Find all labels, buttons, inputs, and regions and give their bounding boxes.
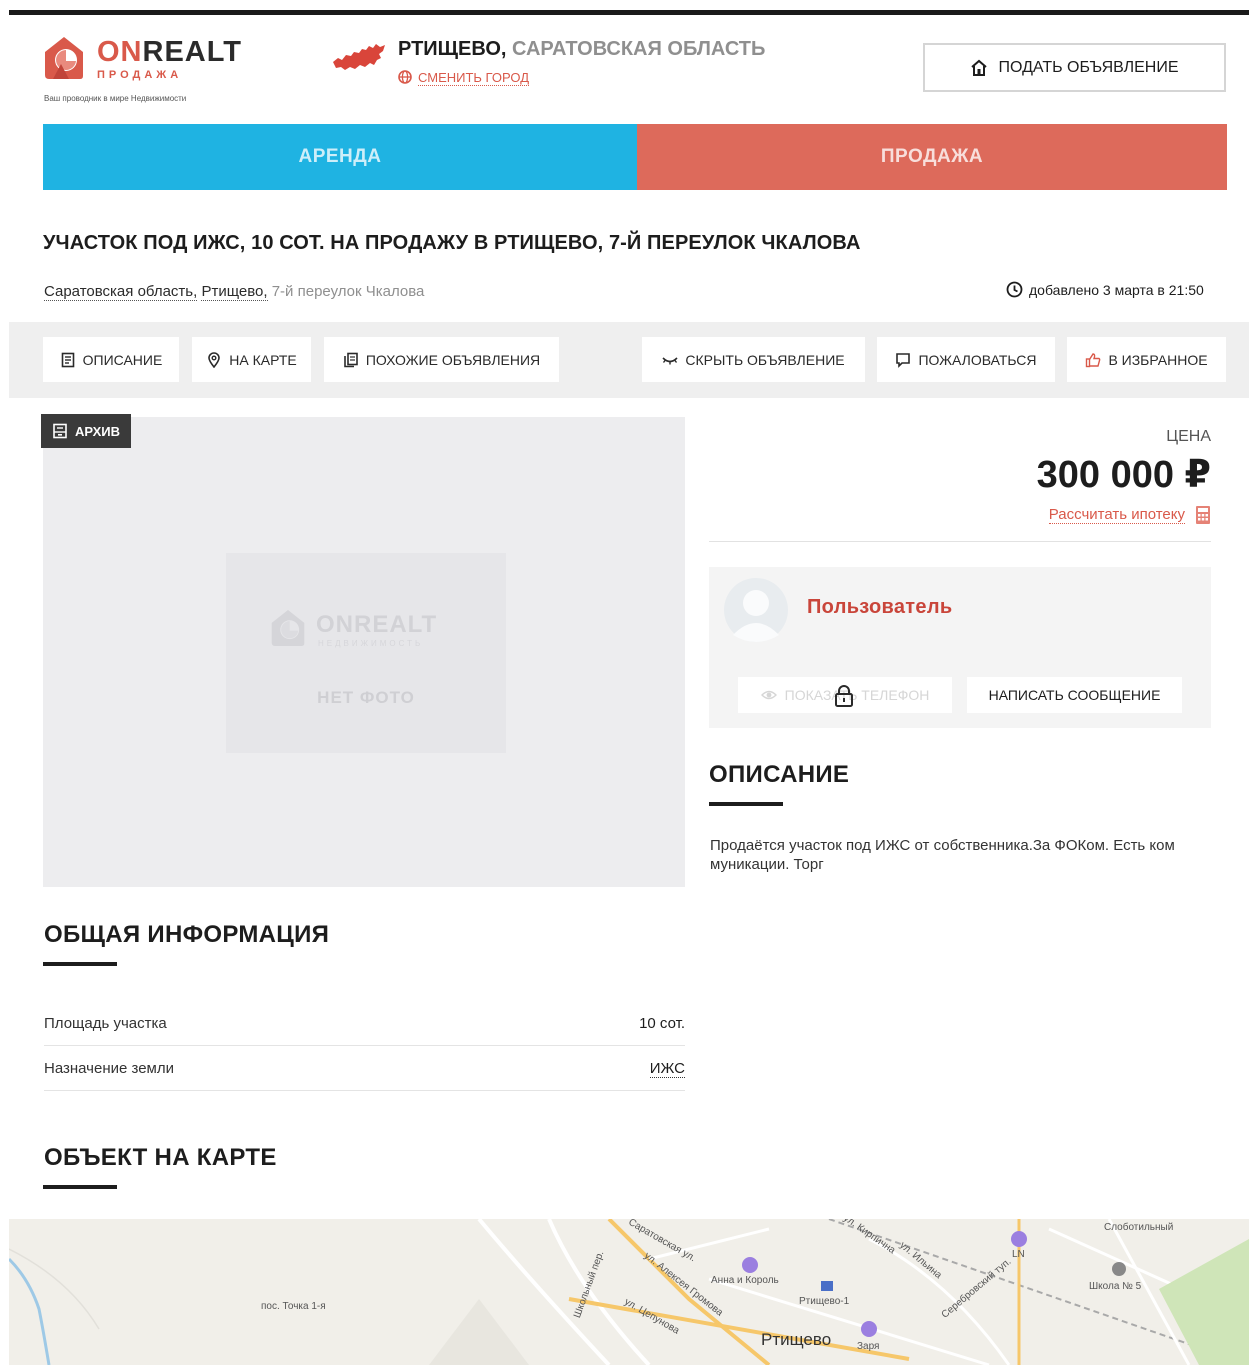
house-logo-icon [45, 37, 83, 79]
map-pin-icon [208, 351, 221, 368]
heading-underline [709, 802, 783, 806]
placeholder-logo: ONREALT НЕДВИЖИМОСТЬ [270, 609, 470, 649]
info-row-area: Площадь участка 10 сот. [44, 1001, 685, 1046]
site-logo[interactable]: ONREALT ПРОДАЖА Ваш проводник в мире Нед… [43, 34, 263, 104]
street-name: 7-й переулок Чкалова [271, 283, 425, 300]
report-button[interactable]: ПОЖАЛОВАТЬСЯ [877, 337, 1055, 382]
change-city-link[interactable]: СМЕНИТЬ ГОРОД [398, 70, 529, 86]
action-bar: ОПИСАНИЕ НА КАРТЕ ПОХОЖИЕ ОБЪЯВЛЕНИЯ СКР… [9, 322, 1249, 398]
add-to-favorites-button[interactable]: В ИЗБРАННОЕ [1067, 337, 1226, 382]
no-photo-placeholder: ONREALT НЕДВИЖИМОСТЬ НЕТ ФОТО [226, 553, 506, 753]
home-icon [971, 59, 988, 76]
post-ad-button[interactable]: ПОДАТЬ ОБЪЯВЛЕНИЕ [923, 43, 1226, 92]
globe-icon [398, 70, 412, 84]
added-date: добавлено 3 марта в 21:50 [1006, 281, 1204, 298]
similar-ads-button[interactable]: ПОХОЖИЕ ОБЪЯВЛЕНИЯ [324, 337, 559, 382]
document-icon [61, 352, 74, 367]
seller-name: Пользователь [807, 596, 953, 618]
city-selector: РТИЩЕВО, САРАТОВСКАЯ ОБЛАСТЬ СМЕНИТЬ ГОР… [332, 36, 852, 96]
description-text: Продаётся участок под ИЖС от собственник… [710, 837, 1175, 873]
map-city-label: Ртищево [761, 1330, 832, 1349]
calculator-icon [1196, 506, 1210, 524]
archive-icon [53, 423, 67, 439]
no-photo-text: НЕТ ФОТО [317, 688, 415, 707]
logo-tagline: Ваш проводник в мире Недвижимости [44, 94, 187, 103]
description-heading: ОПИСАНИЕ [709, 761, 850, 788]
hide-ad-button[interactable]: СКРЫТЬ ОБЪЯВЛЕНИЕ [642, 337, 865, 382]
city-link[interactable]: Ртищево, [201, 283, 268, 301]
eye-icon [760, 690, 777, 700]
on-map-button[interactable]: НА КАРТЕ [192, 337, 311, 382]
price-value: 300 000 ₽ [1036, 454, 1211, 496]
logo-subtitle: ПРОДАЖА [97, 69, 183, 81]
mortgage-calc-link[interactable]: Рассчитать ипотеку [1048, 505, 1211, 525]
object-map[interactable]: пос. Точка 1-я Саратовская ул. ул. Алекс… [9, 1219, 1249, 1365]
listing-address: Саратовская область, Ртищево, 7-й переул… [44, 283, 425, 301]
info-row-land-purpose: Назначение земли ИЖС [44, 1046, 685, 1091]
speech-bubble-icon [896, 352, 911, 368]
clock-icon [1006, 281, 1023, 298]
description-button[interactable]: ОПИСАНИЕ [43, 337, 179, 382]
avatar [724, 578, 788, 642]
write-message-button[interactable]: НАПИСАТЬ СООБЩЕНИЕ [967, 677, 1182, 713]
top-border [9, 10, 1249, 15]
house-logo-icon [271, 610, 305, 646]
logo-name: ONREALT [97, 36, 243, 68]
current-city: РТИЩЕВО, САРАТОВСКАЯ ОБЛАСТЬ [398, 38, 766, 60]
seller-card: Пользователь ПОКАЗАТЬ ТЕЛЕФОН НАПИСАТЬ С… [709, 567, 1211, 728]
general-info-heading: ОБЩАЯ ИНФОРМАЦИЯ [44, 921, 330, 948]
thumbs-up-icon [1086, 352, 1101, 367]
land-purpose-link[interactable]: ИЖС [649, 1060, 685, 1078]
price-label: ЦЕНА [1166, 428, 1211, 445]
tab-rent[interactable]: АРЕНДА [43, 124, 637, 190]
map-heading: ОБЪЕКТ НА КАРТЕ [44, 1144, 277, 1171]
heading-underline [43, 962, 117, 966]
region-link[interactable]: Саратовская область, [44, 283, 198, 301]
divider [709, 541, 1211, 542]
archive-badge: АРХИВ [41, 414, 131, 448]
copy-icon [344, 352, 358, 367]
tab-sale[interactable]: ПРОДАЖА [637, 124, 1227, 190]
listing-title: УЧАСТОК ПОД ИЖС, 10 СОТ. НА ПРОДАЖУ В РТ… [43, 232, 861, 254]
russia-map-icon [333, 44, 385, 70]
heading-underline [43, 1185, 117, 1189]
closed-eye-icon [662, 356, 678, 364]
map-canvas [9, 1219, 1249, 1365]
lock-icon [835, 685, 853, 707]
